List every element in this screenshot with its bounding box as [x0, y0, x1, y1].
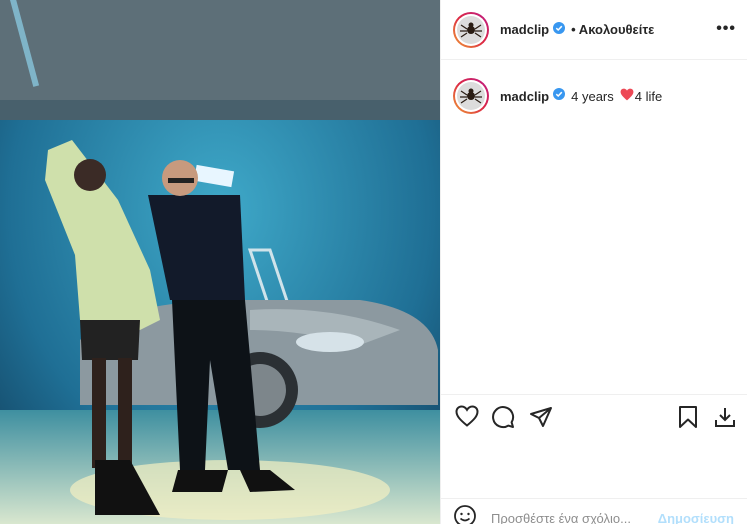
red-heart-emoji-icon	[620, 88, 634, 104]
bookmark-icon[interactable]	[677, 405, 699, 434]
post-comment-button[interactable]: Δημοσίευση	[658, 511, 734, 524]
comment-icon[interactable]	[491, 405, 515, 434]
caption-text-before: 4 years	[571, 88, 614, 104]
verified-badge-icon	[553, 21, 566, 39]
emoji-icon[interactable]	[453, 504, 477, 524]
download-icon[interactable]	[713, 405, 737, 434]
avatar[interactable]	[453, 11, 489, 48]
post-photo[interactable]	[0, 0, 440, 524]
following-button[interactable]: • Ακολουθείτε	[571, 22, 654, 37]
caption-text-after: 4 life	[634, 88, 663, 104]
caption-username[interactable]: madclip	[500, 89, 549, 104]
more-options-icon[interactable]: •••	[716, 20, 736, 38]
spider-avatar-icon	[460, 88, 482, 104]
verified-badge-icon	[553, 87, 566, 105]
share-icon[interactable]	[529, 405, 553, 434]
comment-bar: Προσθέστε ένα σχόλιο... Δημοσίευση	[441, 498, 747, 524]
post-actions-bar	[441, 394, 747, 438]
post-details-panel: madclip • Ακολουθείτε ••• madclip 4 year…	[440, 0, 747, 524]
post-header: madclip • Ακολουθείτε •••	[441, 0, 747, 60]
caption-text: 4 years 4 life	[571, 88, 662, 104]
comment-input[interactable]: Προσθέστε ένα σχόλιο...	[491, 511, 631, 524]
post-caption: madclip 4 years 4 life	[453, 78, 743, 114]
caption-avatar[interactable]	[453, 78, 489, 114]
heart-icon[interactable]	[455, 405, 479, 432]
spider-avatar-icon	[460, 22, 482, 37]
post-username[interactable]: madclip	[500, 22, 549, 37]
